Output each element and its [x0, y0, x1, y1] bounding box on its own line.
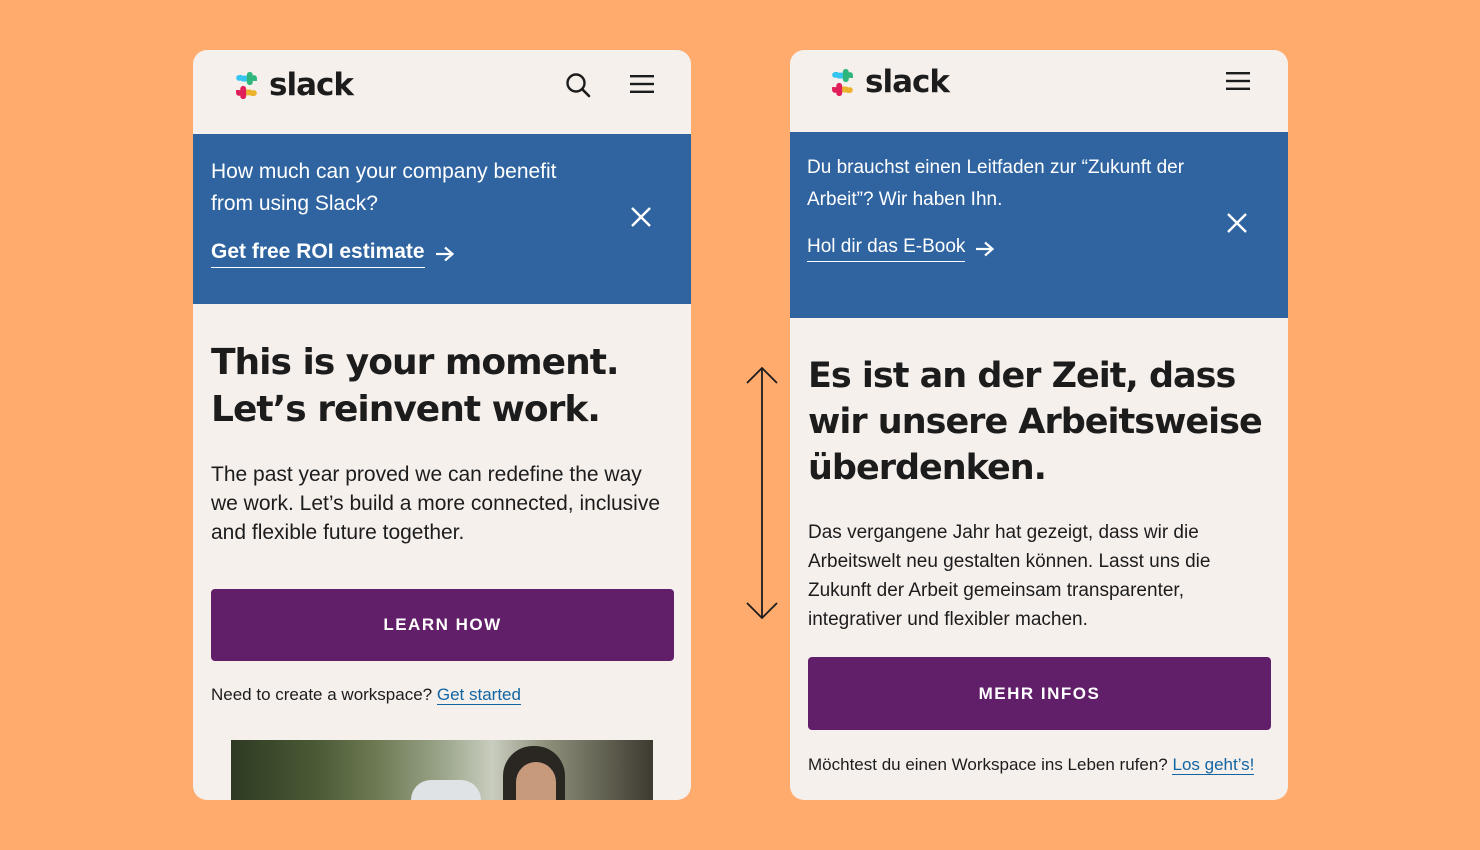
get-started-link[interactable]: Get started — [436, 685, 521, 705]
hamburger-menu-icon[interactable] — [629, 73, 655, 95]
close-icon[interactable] — [629, 205, 653, 229]
los-gehts-link[interactable]: Los geht’s! — [1172, 755, 1255, 775]
phone-english: slack How much can your company benefit … — [193, 50, 691, 800]
mehr-infos-button[interactable]: MEHR INFOS — [808, 657, 1271, 730]
banner-cta-link[interactable]: Hol dir das E-Book — [807, 236, 995, 262]
banner-cta-link[interactable]: Get free ROI estimate — [211, 240, 455, 268]
hero-body: Das vergangene Jahr hat gezeigt, dass wi… — [808, 522, 1211, 630]
slack-logo[interactable]: slack — [230, 67, 354, 103]
banner-cta-label: Hol dir das E-Book — [807, 236, 966, 262]
hero-body: The past year proved we can redefine the… — [211, 463, 661, 544]
hero-photo — [231, 740, 653, 800]
photo-figure — [411, 780, 481, 800]
banner-text: How much can your company benefit from u… — [211, 160, 557, 215]
promo-banner: Du brauchst einen Leitfaden zur “Zukunft… — [790, 132, 1288, 318]
banner-cta-label: Get free ROI estimate — [211, 240, 425, 268]
search-icon[interactable] — [564, 71, 592, 99]
slack-logo[interactable]: slack — [826, 64, 950, 100]
workspace-prompt-text: Möchtest du einen Workspace ins Leben ru… — [808, 755, 1168, 774]
hero-headline: This is your moment. Let’s reinvent work… — [211, 342, 620, 430]
logo-wordmark: slack — [865, 64, 950, 100]
slack-logo-icon — [832, 68, 853, 97]
arrow-right-icon — [976, 241, 995, 257]
slack-logo-icon — [236, 71, 257, 100]
workspace-prompt: Need to create a workspace? Get started — [211, 684, 673, 706]
workspace-prompt-text: Need to create a workspace? — [211, 685, 433, 704]
arrow-right-icon — [435, 246, 454, 262]
top-nav: slack — [790, 50, 1288, 132]
logo-wordmark: slack — [269, 67, 354, 103]
photo-person-face — [516, 762, 556, 800]
hamburger-menu-icon[interactable] — [1225, 70, 1251, 92]
banner-text: Du brauchst einen Leitfaden zur “Zukunft… — [807, 157, 1185, 210]
learn-how-button[interactable]: LEARN HOW — [211, 589, 674, 661]
hero-content: This is your moment. Let’s reinvent work… — [193, 339, 691, 706]
hero-headline: Es ist an der Zeit, dass wir unsere Arbe… — [808, 356, 1263, 488]
phone-german: slack Du brauchst einen Leitfaden zur “Z… — [790, 50, 1288, 800]
hero-content: Es ist an der Zeit, dass wir unsere Arbe… — [790, 353, 1288, 778]
workspace-prompt: Möchtest du einen Workspace ins Leben ru… — [808, 752, 1270, 778]
promo-banner: How much can your company benefit from u… — [193, 134, 691, 304]
double-arrow-vertical-icon — [746, 366, 778, 620]
close-icon[interactable] — [1225, 211, 1249, 235]
top-nav: slack — [193, 50, 691, 134]
